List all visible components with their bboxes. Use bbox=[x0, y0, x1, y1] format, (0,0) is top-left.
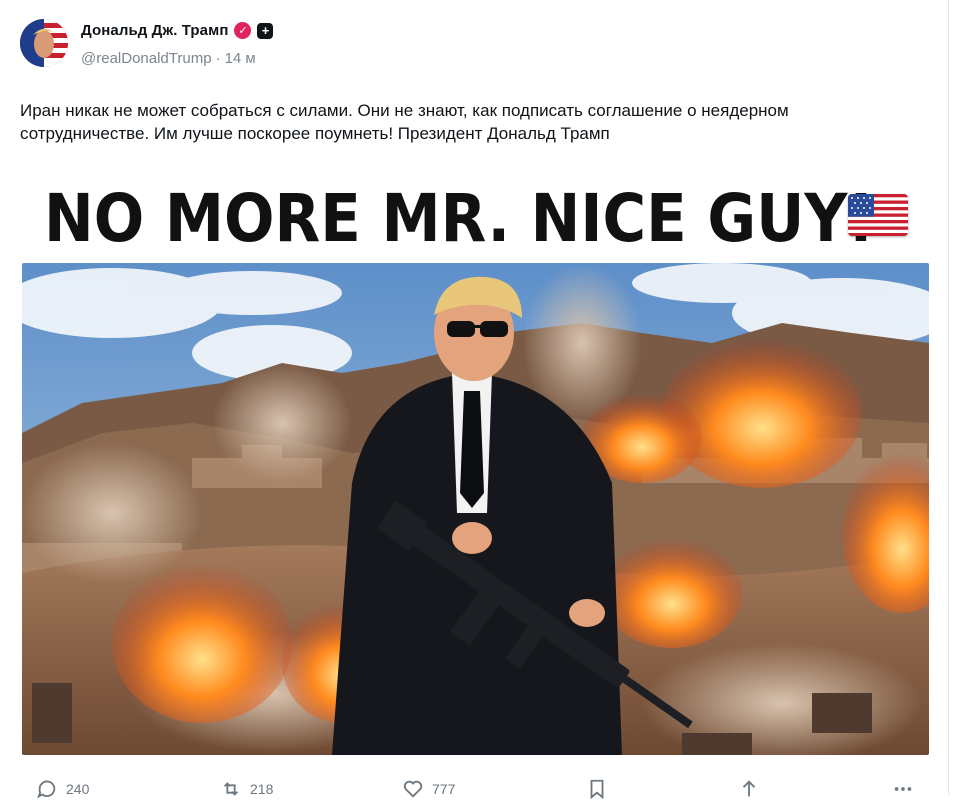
avatar[interactable] bbox=[20, 19, 68, 67]
bookmark-icon bbox=[590, 779, 604, 800]
more-button[interactable] bbox=[892, 778, 914, 800]
post-time[interactable]: 14 м bbox=[225, 50, 256, 67]
post-text: Иран никак не может собраться с силами. … bbox=[20, 101, 789, 143]
verified-icon: ✓ bbox=[234, 22, 252, 39]
post-image[interactable] bbox=[22, 263, 929, 755]
share-button[interactable] bbox=[738, 778, 760, 800]
reply-icon bbox=[37, 780, 56, 799]
reply-button[interactable]: 240 bbox=[36, 778, 89, 800]
plus-badge-icon: + bbox=[257, 22, 274, 39]
handle[interactable]: @realDonaldTrump bbox=[81, 50, 212, 67]
post-card: Дональд Дж. Трамп ✓ + @realDonaldTrump ·… bbox=[0, 0, 949, 800]
repost-button[interactable]: 218 bbox=[220, 778, 273, 800]
heart-icon bbox=[403, 780, 423, 798]
handle-row: @realDonaldTrump · 14 м bbox=[81, 50, 256, 67]
action-bar: 240 218 777 bbox=[0, 772, 948, 800]
like-button[interactable]: 777 bbox=[402, 778, 455, 800]
us-flag-icon bbox=[848, 194, 908, 236]
author-name-row: Дональд Дж. Трамп ✓ + bbox=[81, 22, 274, 39]
share-icon bbox=[742, 780, 756, 797]
bookmark-button[interactable] bbox=[586, 778, 608, 800]
more-icon bbox=[894, 787, 912, 791]
display-name[interactable]: Дональд Дж. Трамп bbox=[81, 22, 228, 39]
separator: · bbox=[215, 50, 221, 67]
banner-text: NO MORE MR. NICE GUY! bbox=[44, 180, 875, 257]
repost-icon bbox=[223, 782, 239, 796]
